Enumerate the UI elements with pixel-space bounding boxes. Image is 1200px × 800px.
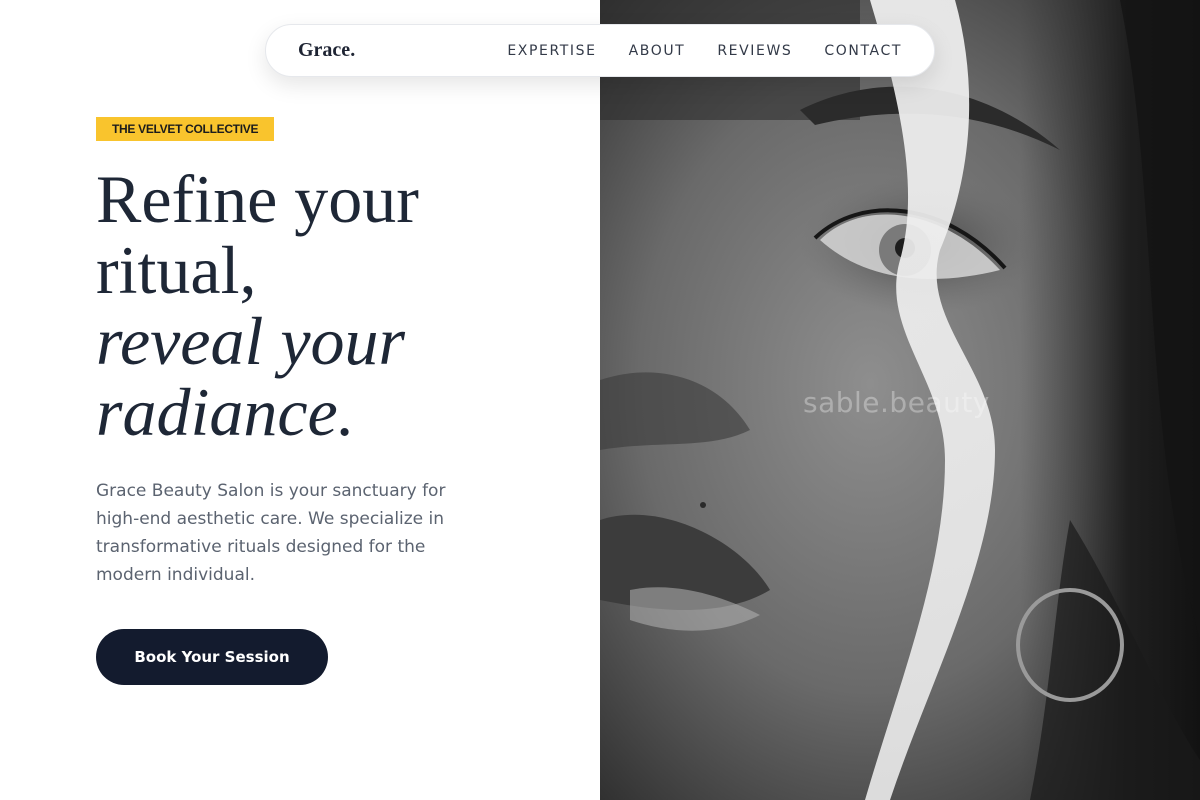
- nav-link-contact[interactable]: CONTACT: [824, 43, 902, 59]
- image-watermark: sable.beauty: [803, 386, 990, 419]
- hero-description: Grace Beauty Salon is your sanctuary for…: [96, 481, 446, 585]
- headline-line-1: Refine your: [96, 161, 419, 237]
- collection-badge: THE VELVET COLLECTIVE: [96, 117, 275, 141]
- book-session-button[interactable]: Book Your Session: [96, 629, 328, 685]
- headline-line-2: ritual,: [96, 232, 257, 308]
- headline-line-3: reveal your: [96, 303, 406, 379]
- landing-page: sable.beauty Grace. EXPERTISE ABOUT REVI…: [0, 0, 1200, 800]
- hero-headline: Refine your ritual, reveal your radiance…: [96, 164, 576, 448]
- nav-link-expertise[interactable]: EXPERTISE: [507, 43, 596, 59]
- nav-link-about[interactable]: ABOUT: [629, 43, 686, 59]
- headline-line-4: radiance.: [96, 374, 355, 450]
- nav-link-reviews[interactable]: REVIEWS: [717, 43, 792, 59]
- nav-links: EXPERTISE ABOUT REVIEWS CONTACT: [507, 43, 902, 59]
- brand-logo[interactable]: Grace.: [298, 39, 355, 62]
- top-navigation: Grace. EXPERTISE ABOUT REVIEWS CONTACT: [265, 24, 935, 77]
